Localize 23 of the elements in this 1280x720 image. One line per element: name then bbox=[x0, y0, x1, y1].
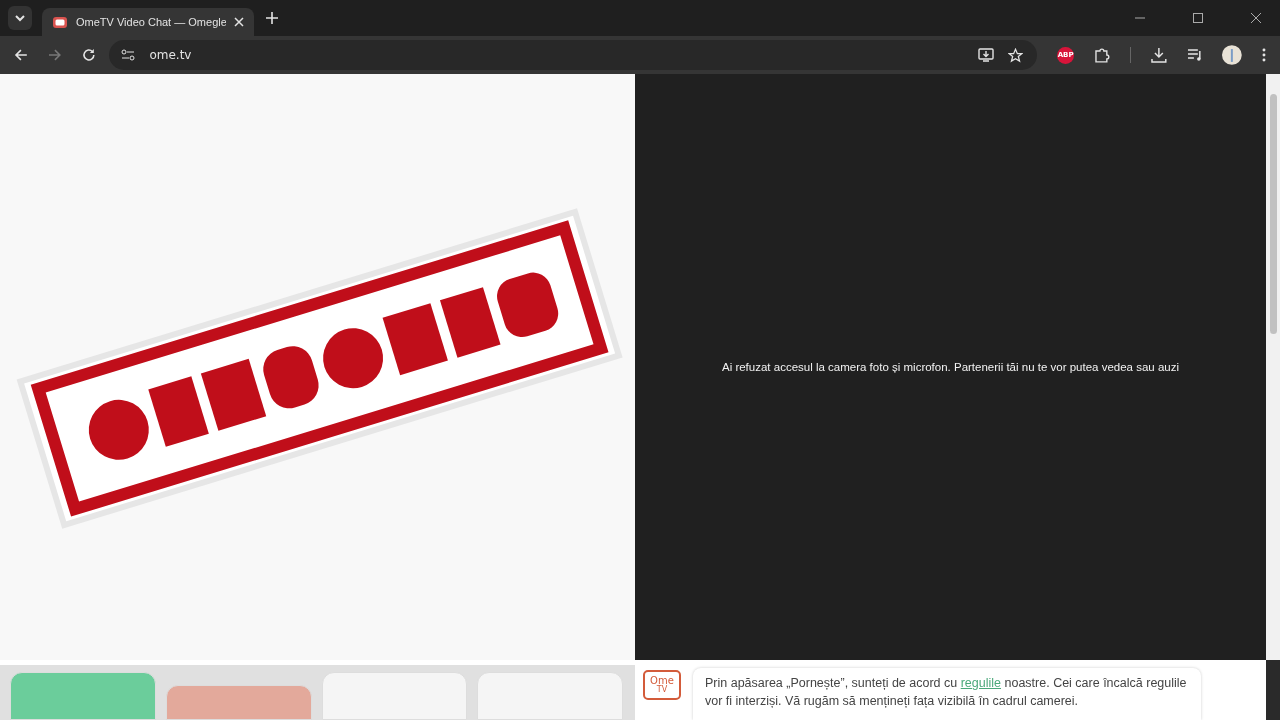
media-control-icon[interactable] bbox=[1186, 48, 1203, 62]
install-app-icon[interactable] bbox=[978, 48, 995, 62]
new-tab-icon[interactable] bbox=[266, 12, 278, 24]
profile-avatar-icon[interactable] bbox=[1222, 45, 1243, 65]
tv-icon bbox=[52, 15, 68, 29]
menu-icon[interactable] bbox=[1262, 48, 1266, 62]
download-icon[interactable] bbox=[1150, 47, 1167, 63]
address-bar[interactable]: ome.tv bbox=[109, 40, 1038, 70]
close-icon[interactable] bbox=[1250, 12, 1262, 24]
back-icon[interactable] bbox=[14, 48, 28, 62]
rules-notice: Prin apăsarea „Pornește”, sunteți de acord cu regulile noastre. Cei care încalcă regulile vor fi interziși. Vă rugăm să mențineți fața vizibilă în cadrul camerei. bbox=[705, 675, 1188, 710]
star-icon[interactable] bbox=[1008, 47, 1024, 63]
tv-logo: Ome TV bbox=[643, 670, 681, 700]
tab-list-button[interactable] bbox=[8, 6, 32, 30]
maximize-icon[interactable] bbox=[1192, 12, 1204, 24]
browser-tab[interactable]: OmeTV Video Chat — Omegle bbox=[42, 8, 254, 36]
site-settings-icon[interactable] bbox=[121, 49, 136, 61]
forward-icon[interactable] bbox=[47, 48, 62, 62]
reload-icon[interactable] bbox=[81, 48, 96, 62]
scrollbar-thumb[interactable] bbox=[1269, 94, 1277, 334]
puzzle-icon[interactable] bbox=[1093, 47, 1110, 63]
chevron-down-icon bbox=[14, 12, 26, 24]
camera-denied-message: Ai refuzat accesul la camera foto și microfon. Partenerii tăi nu te vor putea vedea sau auzi bbox=[721, 361, 1179, 373]
